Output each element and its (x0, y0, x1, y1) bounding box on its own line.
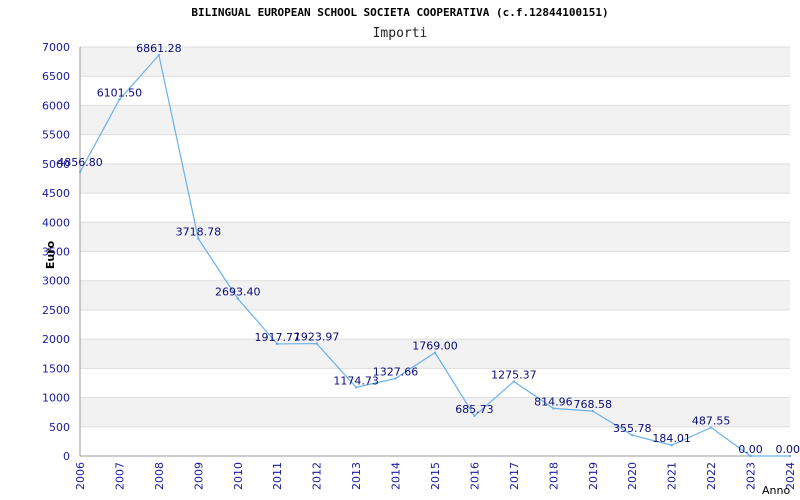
data-label: 184.01 (652, 432, 691, 445)
grid-band (80, 105, 790, 135)
x-axis-ticks: 2006 2007 2008 2009 2010 2011 2012 2013 2014 2015… (74, 462, 797, 490)
x-tick-label: 2016 (468, 462, 481, 490)
data-label: 1275.37 (491, 368, 537, 381)
grid-band (80, 368, 790, 398)
x-tick-label: 2021 (666, 462, 679, 490)
y-tick-label: 5500 (42, 129, 70, 142)
data-label: 6861.28 (136, 42, 182, 55)
y-tick-label: 1500 (42, 362, 70, 375)
chart-title: BILINGUAL EUROPEAN SCHOOL SOCIETA COOPER… (191, 6, 608, 19)
x-tick-label: 2020 (626, 462, 639, 490)
y-tick-label: 0 (63, 450, 70, 463)
y-tick-label: 2000 (42, 333, 70, 346)
x-tick-label: 2017 (508, 462, 521, 490)
y-tick-label: 2500 (42, 304, 70, 317)
grid-band (80, 76, 790, 106)
data-label: 4856.80 (57, 156, 103, 169)
x-tick-label: 2007 (113, 462, 126, 490)
x-tick-label: 2019 (587, 462, 600, 490)
x-tick-label: 2012 (311, 462, 324, 490)
data-label: 768.58 (574, 398, 613, 411)
grid-band (80, 47, 790, 77)
x-tick-label: 2006 (74, 462, 87, 490)
x-tick-label: 2011 (271, 462, 284, 490)
x-tick-label: 2018 (547, 462, 560, 490)
grid-band (80, 280, 790, 310)
data-label: 1923.97 (294, 331, 340, 344)
grid-bands (80, 46, 790, 457)
grid-band (80, 251, 790, 281)
y-tick-label: 4500 (42, 187, 70, 200)
data-label: 6101.50 (97, 86, 143, 99)
chart-subtitle: Importi (373, 26, 428, 41)
y-tick-label: 1000 (42, 392, 70, 405)
x-tick-label: 2010 (232, 462, 245, 490)
data-label: 2693.40 (215, 286, 261, 299)
y-tick-label: 6000 (42, 99, 70, 112)
data-label: 1769.00 (412, 340, 458, 353)
y-axis-label: Euro (44, 240, 57, 269)
data-point (78, 171, 82, 174)
grid-band (80, 397, 790, 427)
data-label: 3718.78 (176, 226, 222, 239)
y-tick-label: 7000 (42, 41, 70, 54)
y-tick-label: 3000 (42, 275, 70, 288)
grid-band (80, 134, 790, 164)
x-tick-label: 2009 (192, 462, 205, 490)
x-tick-label: 2022 (705, 462, 718, 490)
x-tick-label: 2014 (390, 462, 403, 490)
line-chart: BILINGUAL EUROPEAN SCHOOL SOCIETA COOPER… (42, 6, 800, 497)
grid-band (80, 309, 790, 340)
data-label: 487.55 (692, 415, 731, 428)
y-tick-label: 6500 (42, 70, 70, 83)
x-tick-label: 2023 (745, 462, 758, 490)
data-label: 355.78 (613, 422, 652, 435)
y-tick-label: 500 (49, 421, 70, 434)
x-tick-label: 2008 (153, 462, 166, 490)
data-label: 1327.66 (373, 365, 419, 378)
data-label: 814.96 (534, 395, 573, 408)
data-label: 0.00 (738, 443, 763, 456)
grid-band (80, 193, 790, 223)
y-tick-label: 4000 (42, 216, 70, 229)
x-tick-label: 2013 (350, 462, 363, 490)
grid-band (80, 163, 790, 194)
x-axis-label: Anno (762, 484, 790, 497)
x-tick-label: 2015 (429, 462, 442, 490)
data-label: 685.73 (455, 403, 494, 416)
data-label: 0.00 (776, 443, 800, 456)
